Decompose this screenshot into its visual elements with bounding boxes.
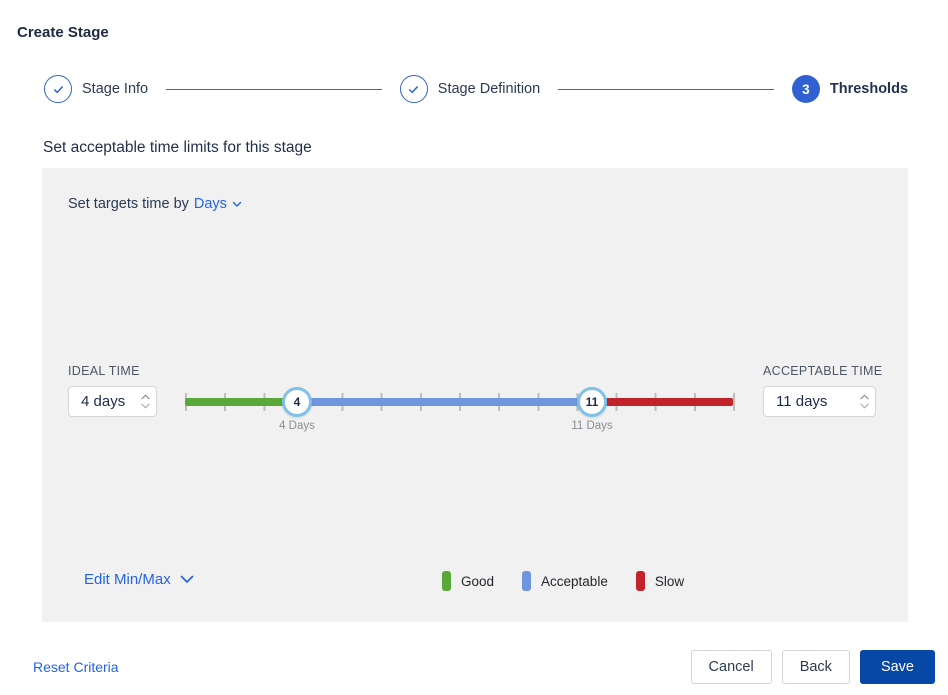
unit-dropdown[interactable]: Days (194, 196, 227, 212)
chevron-down-icon[interactable] (180, 575, 194, 584)
track-segment-slow (607, 398, 733, 406)
handle-value: 11 (586, 395, 599, 409)
set-targets-row: Set targets time by Days (68, 196, 242, 212)
check-icon (406, 82, 421, 97)
check-icon (51, 82, 66, 97)
chevron-up-icon[interactable] (860, 394, 869, 400)
chevron-up-icon[interactable] (141, 394, 150, 400)
step-connector (558, 89, 774, 90)
thresholds-panel: Set targets time by Days IDEAL TIME 4 da… (42, 168, 908, 622)
ideal-time-label: IDEAL TIME (68, 364, 157, 378)
edit-minmax-label[interactable]: Edit Min/Max (84, 571, 171, 588)
footer-buttons: Cancel Back Save (691, 650, 935, 684)
acceptable-time-value: 11 days (764, 393, 853, 410)
acceptable-time-label: ACCEPTABLE TIME (763, 364, 882, 378)
chevron-down-icon[interactable] (232, 196, 242, 212)
chevron-down-icon[interactable] (860, 403, 869, 409)
legend-item-acceptable: Acceptable (522, 571, 608, 591)
handle-caption-acceptable: 11 Days (552, 420, 632, 432)
slow-swatch (636, 571, 645, 591)
slider-handle-acceptable[interactable]: 11 (577, 387, 607, 417)
step-connector (166, 89, 382, 90)
acceptable-time-block: ACCEPTABLE TIME 11 days (763, 364, 882, 417)
step-complete-circle (44, 75, 72, 103)
step-label: Stage Definition (438, 81, 540, 97)
ideal-time-input[interactable]: 4 days (68, 386, 157, 417)
save-button[interactable]: Save (860, 650, 935, 684)
step-stage-info[interactable]: Stage Info (44, 75, 148, 103)
targets-label: Set targets time by (68, 196, 189, 212)
legend-item-slow: Slow (636, 571, 684, 591)
handle-value: 4 (294, 395, 301, 409)
handle-caption-ideal: 4 Days (257, 420, 337, 432)
legend-label: Slow (655, 574, 684, 589)
step-label: Thresholds (830, 81, 908, 97)
edit-minmax-link[interactable]: Edit Min/Max (84, 571, 194, 588)
step-label: Stage Info (82, 81, 148, 97)
step-number: 3 (802, 82, 810, 97)
back-button[interactable]: Back (782, 650, 850, 684)
chevron-down-icon[interactable] (141, 403, 150, 409)
slider-handle-ideal[interactable]: 4 (282, 387, 312, 417)
ideal-time-block: IDEAL TIME 4 days (68, 364, 157, 417)
step-complete-circle (400, 75, 428, 103)
wizard-stepper: Stage Info Stage Definition 3 Thresholds (44, 75, 908, 103)
track-segment-acceptable (312, 398, 607, 406)
cancel-button[interactable]: Cancel (691, 650, 772, 684)
reset-criteria-link[interactable]: Reset Criteria (33, 659, 119, 675)
acceptable-time-input[interactable]: 11 days (763, 386, 876, 417)
slider-track[interactable] (185, 398, 733, 406)
ideal-time-value: 4 days (69, 393, 134, 410)
legend-label: Good (461, 574, 494, 589)
section-heading: Set acceptable time limits for this stag… (43, 139, 312, 157)
legend-item-good: Good (442, 571, 494, 591)
step-thresholds[interactable]: 3 Thresholds (792, 75, 908, 103)
page-title: Create Stage (17, 24, 109, 41)
ideal-time-stepper[interactable] (134, 387, 156, 416)
legend-label: Acceptable (541, 574, 608, 589)
acceptable-time-stepper[interactable] (853, 387, 875, 416)
step-stage-definition[interactable]: Stage Definition (400, 75, 540, 103)
step-active-circle: 3 (792, 75, 820, 103)
legend: Good Acceptable Slow (442, 571, 684, 591)
acceptable-swatch (522, 571, 531, 591)
good-swatch (442, 571, 451, 591)
create-stage-page: Create Stage Stage Info Stage Definition… (0, 0, 948, 695)
